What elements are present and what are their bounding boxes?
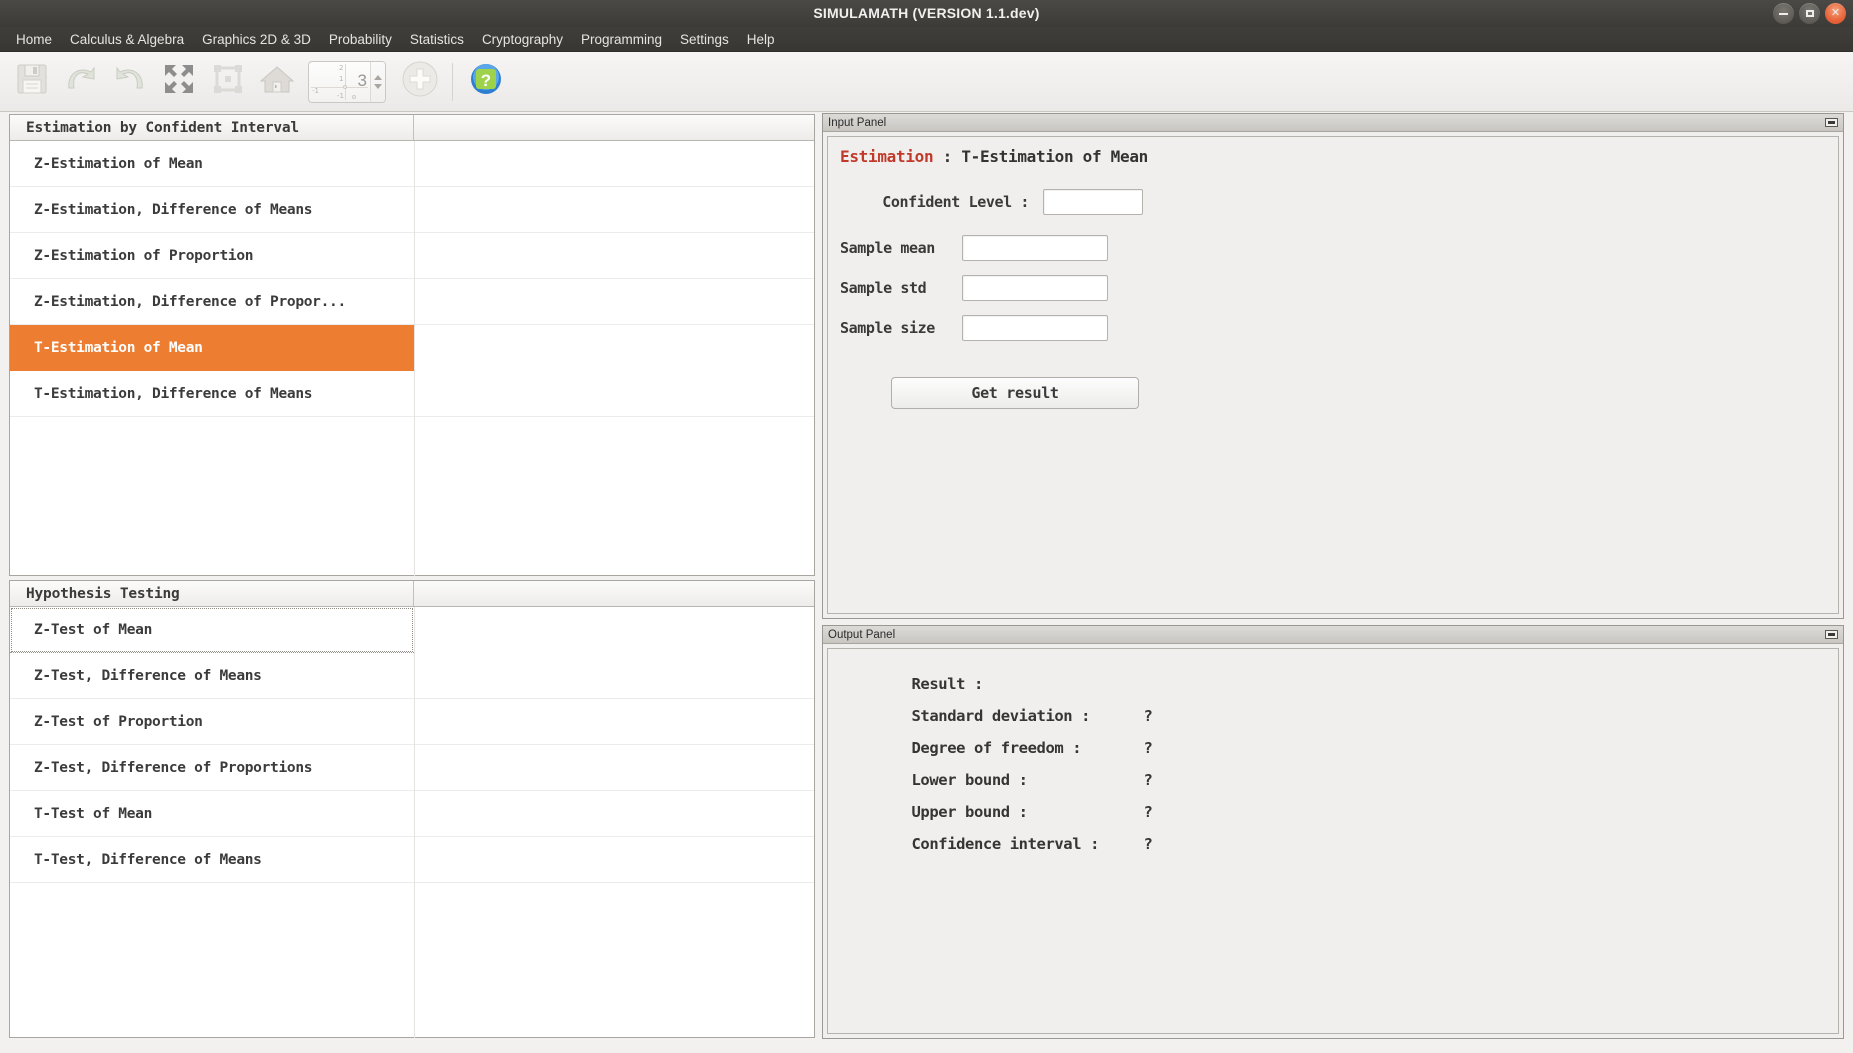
table-row[interactable]: Z-Test, Difference of Means <box>10 653 814 699</box>
confident-level-label: Confident Level : <box>882 193 1029 211</box>
sample-mean-label: Sample mean <box>840 239 935 257</box>
hypothesis-table-header: Hypothesis Testing <box>10 581 814 607</box>
output-panel-body: Result : Standard deviation :? Degree of… <box>827 648 1839 1034</box>
input-panel-titlebar: Input Panel <box>823 114 1843 132</box>
toolbar-separator <box>452 62 453 101</box>
menu-item-probability[interactable]: Probability <box>320 29 401 50</box>
sample-std-row: Sample std <box>840 275 1108 301</box>
table-row-focused[interactable]: Z-Test of Mean <box>10 607 414 653</box>
output-panel-minimize-button[interactable] <box>1825 630 1838 639</box>
estimation-table-header-label: Estimation by Confident Interval <box>10 115 414 140</box>
menu-item-help[interactable]: Help <box>738 29 784 50</box>
table-row[interactable]: Z-Estimation, Difference of Means <box>10 187 814 233</box>
maximize-button[interactable] <box>1799 3 1820 24</box>
hypothesis-table-header-label: Hypothesis Testing <box>10 581 414 606</box>
menu-item-cryptography[interactable]: Cryptography <box>473 29 572 50</box>
sample-mean-input[interactable] <box>962 235 1108 261</box>
select-region-button[interactable] <box>204 57 251 107</box>
table-row[interactable]: Z-Estimation of Proportion <box>10 233 814 279</box>
confidence-interval-row: Confidence interval :? <box>840 817 1152 871</box>
add-button[interactable] <box>396 57 443 107</box>
input-panel-heading: Estimation : T-Estimation of Mean <box>840 147 1148 166</box>
svg-text:?: ? <box>480 71 490 90</box>
spinner-axis-label-1: 1 <box>339 74 344 83</box>
close-button[interactable]: ✕ <box>1825 3 1846 24</box>
estimation-table-body: Z-Estimation of Mean Z-Estimation, Diffe… <box>10 141 814 576</box>
table-row[interactable]: T-Test of Mean <box>10 791 814 837</box>
spinner-up-icon[interactable] <box>374 74 382 80</box>
redo-icon <box>112 62 148 101</box>
sample-std-label: Sample std <box>840 279 927 297</box>
hypothesis-table-body: Z-Test of Mean Z-Test, Difference of Mea… <box>10 607 814 1038</box>
estimation-table: Estimation by Confident Interval Z-Estim… <box>9 114 815 576</box>
confidence-interval-label: Confidence interval : <box>911 835 1100 853</box>
menu-item-calculus-algebra[interactable]: Calculus & Algebra <box>61 29 193 50</box>
menu-item-statistics[interactable]: Statistics <box>401 29 473 50</box>
spinner-down-icon[interactable] <box>374 83 382 89</box>
menubar: Home Calculus & Algebra Graphics 2D & 3D… <box>0 27 1853 52</box>
spinner-axis-label-neg1-x: -1 <box>312 86 319 95</box>
table-row-selected[interactable]: T-Estimation of Mean <box>10 325 414 371</box>
table-row[interactable]: T-Test, Difference of Means <box>10 837 814 883</box>
table-row[interactable]: Z-Test of Proportion <box>10 699 814 745</box>
select-region-icon <box>211 62 245 101</box>
sample-size-row: Sample size <box>840 315 1108 341</box>
redo-button[interactable] <box>106 57 153 107</box>
confident-level-row: Confident Level : <box>848 189 1143 215</box>
expand-button[interactable] <box>155 57 202 107</box>
window-titlebar: SIMULAMATH (VERSION 1.1.dev) ✕ <box>0 0 1853 27</box>
menu-item-graphics-2d-3d[interactable]: Graphics 2D & 3D <box>193 29 320 50</box>
get-result-button[interactable]: Get result <box>891 377 1139 409</box>
right-column: Input Panel Estimation : T-Estimation of… <box>822 113 1844 1039</box>
sample-mean-row: Sample mean <box>840 235 1108 261</box>
table-row[interactable]: Z-Estimation of Mean <box>10 141 814 187</box>
minimize-button[interactable] <box>1773 3 1794 24</box>
estimation-table-header: Estimation by Confident Interval <box>10 115 814 141</box>
undo-icon <box>63 62 99 101</box>
sample-std-input[interactable] <box>962 275 1108 301</box>
menu-item-home[interactable]: Home <box>7 29 61 50</box>
output-panel-title: Output Panel <box>828 628 896 641</box>
confident-level-input[interactable] <box>1043 189 1143 215</box>
plus-circle-icon <box>400 59 440 104</box>
spinner-arrows[interactable] <box>370 61 385 102</box>
hypothesis-table: Hypothesis Testing Z-Test of Mean Z-Test… <box>9 580 815 1038</box>
hypothesis-table-header-col2 <box>414 581 814 606</box>
input-panel-title: Input Panel <box>828 116 887 129</box>
window-controls: ✕ <box>1773 3 1846 24</box>
left-column: Estimation by Confident Interval Z-Estim… <box>9 114 815 1039</box>
output-panel: Output Panel Result : Standard deviation… <box>822 625 1844 1039</box>
spinner-axis-label-2: 2 <box>339 63 344 72</box>
spinner-axis-label-neg1-y: -1 <box>337 91 344 100</box>
help-button[interactable]: ? <box>462 57 509 107</box>
table-row[interactable]: T-Estimation, Difference of Means <box>10 371 814 417</box>
toolbar: 2 1 -1 -1 3 ? <box>0 52 1853 112</box>
input-panel-body: Estimation : T-Estimation of Mean Confid… <box>827 136 1839 614</box>
estimation-table-header-col2 <box>414 115 814 140</box>
sample-size-label: Sample size <box>840 319 935 337</box>
confidence-interval-value: ? <box>1143 835 1153 853</box>
input-panel-heading-prefix: Estimation <box>840 147 934 166</box>
hypothesis-column-divider <box>414 607 415 1038</box>
grid-step-spinner[interactable]: 2 1 -1 -1 3 <box>308 60 386 103</box>
spinner-value: 3 <box>357 70 367 90</box>
sample-size-input[interactable] <box>962 315 1108 341</box>
help-question-icon: ? <box>469 62 503 101</box>
save-button[interactable] <box>8 57 55 107</box>
input-panel-heading-suffix: : T-Estimation of Mean <box>933 147 1149 166</box>
home-icon <box>259 62 295 101</box>
menu-item-settings[interactable]: Settings <box>671 29 738 50</box>
estimation-column-divider <box>414 141 415 576</box>
table-row[interactable]: Z-Estimation, Difference of Propor... <box>10 279 814 325</box>
home-button[interactable] <box>253 57 300 107</box>
window-title: SIMULAMATH (VERSION 1.1.dev) <box>813 5 1040 21</box>
input-panel: Input Panel Estimation : T-Estimation of… <box>822 113 1844 619</box>
output-panel-titlebar: Output Panel <box>823 626 1843 644</box>
table-row[interactable]: Z-Test, Difference of Proportions <box>10 745 814 791</box>
undo-button[interactable] <box>57 57 104 107</box>
input-panel-minimize-button[interactable] <box>1825 118 1838 127</box>
menu-item-programming[interactable]: Programming <box>572 29 671 50</box>
expand-icon <box>162 62 196 101</box>
save-icon <box>15 62 49 101</box>
